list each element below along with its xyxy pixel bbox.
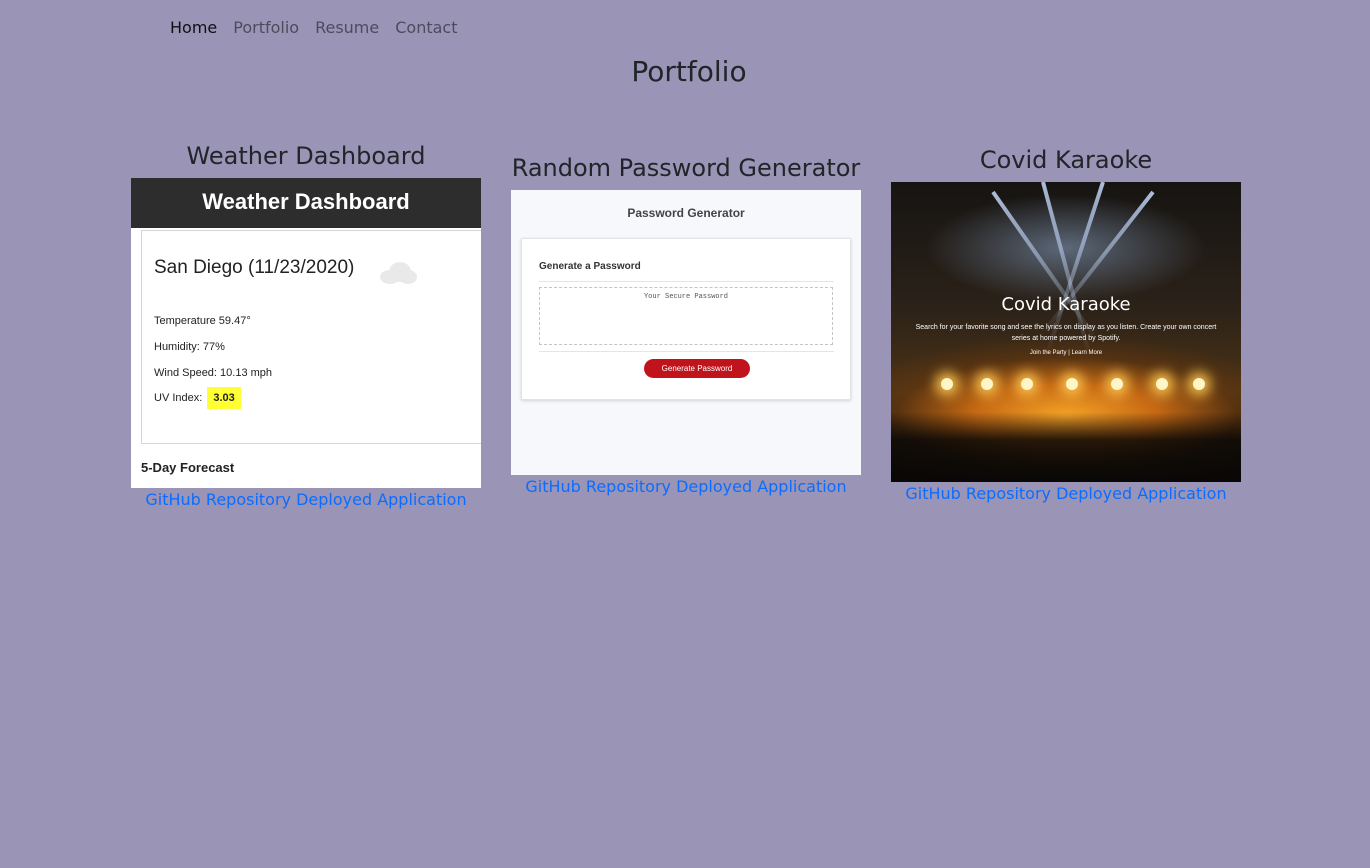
project-links: GitHub Repository Deployed Application (131, 488, 481, 512)
nav-home-link[interactable]: Home (162, 16, 225, 40)
main-nav: Home Portfolio Resume Contact (162, 16, 465, 40)
thumb-uv-row: UV Index: 3.03 (154, 387, 241, 409)
thumb-header: Password Generator (627, 206, 745, 220)
divider (539, 281, 834, 282)
stage-light (1156, 378, 1168, 390)
stage-lights (921, 378, 1211, 398)
thumb-title: Covid Karaoke (1001, 294, 1131, 315)
thumb-wind: Wind Speed: 10.13 mph (154, 367, 273, 379)
thumb-generator-card: Generate a Password Your Secure Password… (521, 238, 851, 400)
deployed-application-link[interactable]: Deployed Application (1056, 484, 1227, 503)
github-repository-link[interactable]: GitHub Repository (525, 477, 671, 496)
project-screenshot[interactable]: Password Generator Generate a Password Y… (511, 190, 861, 475)
deployed-application-link[interactable]: Deployed Application (296, 490, 467, 509)
project-card-weather: Weather Dashboard Weather Dashboard San … (131, 140, 481, 512)
project-links: GitHub Repository Deployed Application (511, 475, 861, 499)
project-links: GitHub Repository Deployed Application (891, 482, 1241, 506)
stage-light-beam (991, 190, 1098, 341)
project-card-password: Random Password Generator Password Gener… (511, 152, 861, 499)
stage-light (1111, 378, 1123, 390)
project-title: Weather Dashboard (186, 142, 426, 170)
thumb-password-textarea: Your Secure Password (539, 287, 833, 345)
thumb-current-weather-panel: San Diego (11/23/2020) Temperature 59.47… (141, 230, 481, 444)
thumb-uv-label: UV Index: (154, 392, 203, 404)
deployed-application-link[interactable]: Deployed Application (676, 477, 847, 496)
thumb-card-title: Generate a Password (539, 261, 641, 272)
cloud-icon (380, 262, 417, 284)
project-title: Random Password Generator (511, 154, 861, 182)
project-card-karaoke: Covid Karaoke Covid Karaoke Search for y… (891, 144, 1241, 506)
nav-contact-link[interactable]: Contact (387, 16, 465, 40)
divider (539, 351, 834, 352)
thumb-uv-value: 3.03 (207, 387, 241, 409)
thumb-generate-button: Generate Password (644, 359, 750, 378)
nav-portfolio-link[interactable]: Portfolio (225, 16, 307, 40)
project-screenshot[interactable]: Covid Karaoke Search for your favorite s… (891, 182, 1241, 482)
thumb-header: Weather Dashboard (131, 178, 481, 228)
thumb-cta: Join the Party | Learn More (1029, 350, 1103, 356)
project-title: Covid Karaoke (979, 146, 1153, 174)
thumb-forecast-heading: 5-Day Forecast (141, 460, 235, 475)
stage-light (1021, 378, 1033, 390)
thumb-temperature: Temperature 59.47° (154, 315, 251, 327)
page-title: Portfolio (631, 55, 747, 88)
github-repository-link[interactable]: GitHub Repository (905, 484, 1051, 503)
thumb-subtitle: Search for your favorite song and see th… (915, 324, 1217, 342)
stage-light (941, 378, 953, 390)
thumb-humidity: Humidity: 77% (154, 341, 225, 353)
crowd-silhouette (891, 412, 1241, 482)
stage-light (1193, 378, 1205, 390)
stage-light (1066, 378, 1078, 390)
stage-light (981, 378, 993, 390)
nav-resume-link[interactable]: Resume (307, 16, 387, 40)
project-screenshot[interactable]: Weather Dashboard San Diego (11/23/2020)… (131, 178, 481, 488)
thumb-city: San Diego (11/23/2020) (154, 257, 355, 278)
github-repository-link[interactable]: GitHub Repository (145, 490, 291, 509)
